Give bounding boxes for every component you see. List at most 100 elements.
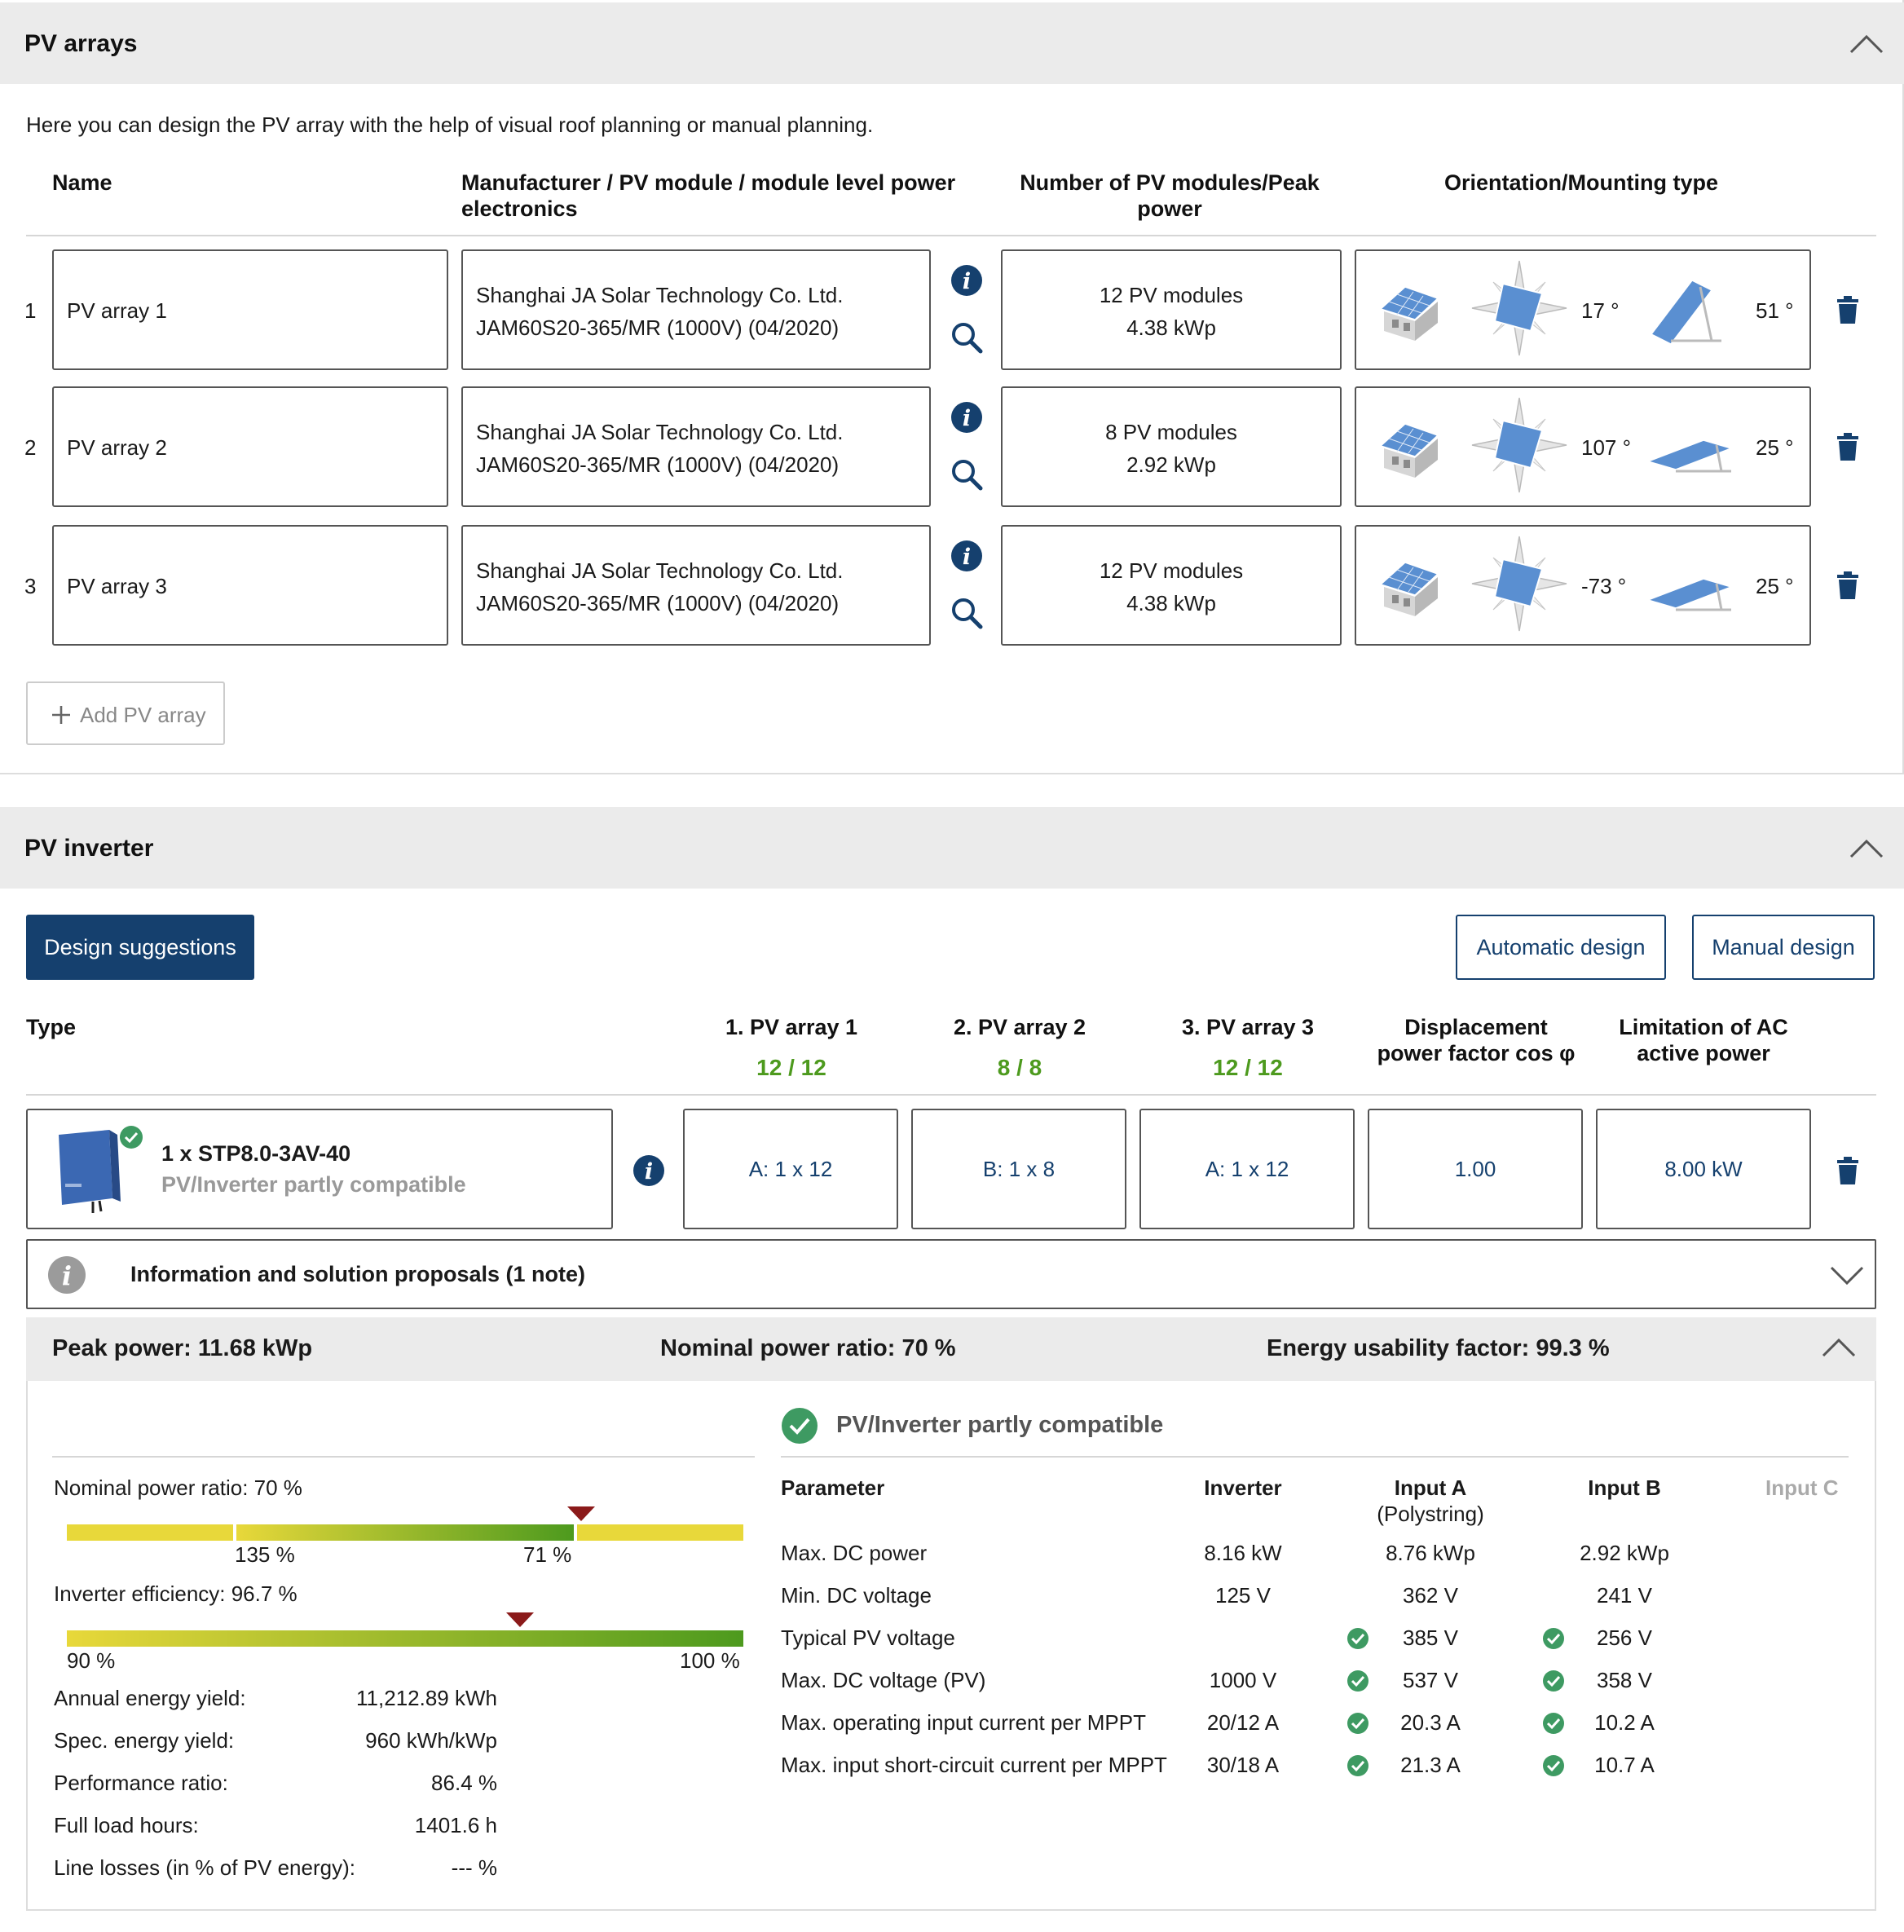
inverter-header: Inverter (1204, 1475, 1282, 1500)
peak-power: 4.38 kWp (1126, 315, 1216, 340)
tilt-value: 25 ° (1756, 435, 1794, 460)
chevron-up-icon[interactable] (1821, 1337, 1857, 1358)
param-inverter: 20/12 A (1206, 1710, 1280, 1735)
module-model: JAM60S20-365/MR (1000V) (04/2020) (476, 452, 840, 477)
pv-array-name: PV array 1 (67, 298, 167, 323)
info-solutions-bar[interactable]: i Information and solution proposals (1 … (26, 1239, 1876, 1309)
manual-design-button[interactable]: Manual design (1692, 915, 1875, 980)
pv-array-name-field[interactable]: PV array 3 (52, 525, 448, 646)
module-text: Shanghai JA Solar Technology Co. Ltd. JA… (476, 554, 844, 620)
stat-value: 1401.6 h (414, 1813, 497, 1837)
efficiency-gauge-bar (67, 1630, 743, 1647)
param-name: Max. input short-circuit current per MPP… (781, 1753, 1167, 1777)
efficiency-gauge-marker (506, 1612, 535, 1627)
orientation-field[interactable]: 107 ° 25 ° (1355, 386, 1811, 507)
automatic-design-button[interactable]: Automatic design (1456, 915, 1666, 980)
input-a-header: Input A (1394, 1475, 1467, 1500)
module-manufacturer: Shanghai JA Solar Technology Co. Ltd. (476, 558, 844, 583)
orientation-field[interactable]: -73 ° 25 ° (1355, 525, 1811, 646)
divider (26, 1094, 1876, 1096)
stat-label: Line losses (in % of PV energy): (54, 1855, 355, 1880)
info-icon[interactable]: i (632, 1154, 665, 1187)
chevron-up-icon[interactable] (1849, 838, 1884, 859)
module-count-field[interactable]: 12 PV modules 4.38 kWp (1001, 525, 1342, 646)
col-limitation-line2: active power (1637, 1041, 1770, 1065)
col-array-2: 2. PV array 2 (953, 1015, 1086, 1039)
flat-mount-icon (1646, 578, 1733, 611)
info-icon[interactable]: i (950, 540, 983, 572)
divider (26, 235, 1876, 236)
module-text: Shanghai JA Solar Technology Co. Ltd. JA… (476, 416, 844, 481)
module-count-field[interactable]: 12 PV modules 4.38 kWp (1001, 249, 1342, 370)
compass-orientation-icon (1471, 260, 1567, 356)
input-a-subheader: (Polystring) (1377, 1502, 1484, 1526)
svg-text:i: i (62, 1260, 72, 1291)
add-pv-array-button[interactable]: Add PV array (26, 681, 225, 745)
array-3-assignment[interactable]: A: 1 x 12 (1139, 1109, 1355, 1229)
orientation-field[interactable]: 17 ° 51 ° (1355, 249, 1811, 370)
param-input-a: 8.76 kWp (1386, 1541, 1475, 1565)
search-icon[interactable] (950, 597, 983, 629)
tilt-value: 25 ° (1756, 574, 1794, 598)
param-name: Typical PV voltage (781, 1625, 955, 1650)
input-b-header: Input B (1588, 1475, 1661, 1500)
summary-header[interactable]: Peak power: 11.68 kWp Nominal power rati… (26, 1317, 1876, 1381)
pv-arrays-title: PV arrays (24, 30, 138, 57)
svg-text:i: i (963, 269, 971, 294)
inverter-type-card[interactable]: 1 x STP8.0-3AV-40 PV/Inverter partly com… (26, 1109, 613, 1229)
param-input-b: 10.2 A (1594, 1710, 1655, 1735)
compat-title: PV/Inverter partly compatible (836, 1412, 1164, 1438)
col-limitation-line1: Limitation of AC (1619, 1015, 1788, 1039)
pv-array-name-field[interactable]: PV array 1 (52, 249, 448, 370)
module-count-text: 8 PV modules 2.92 kWp (1003, 416, 1340, 481)
module-field[interactable]: Shanghai JA Solar Technology Co. Ltd. JA… (461, 249, 931, 370)
info-icon[interactable]: i (950, 401, 983, 434)
param-name: Max. operating input current per MPPT (781, 1710, 1146, 1735)
module-field[interactable]: Shanghai JA Solar Technology Co. Ltd. JA… (461, 525, 931, 646)
nominal-gauge-bar (67, 1524, 743, 1541)
pv-array-name: PV array 3 (67, 574, 167, 598)
house-roof-icon (1379, 562, 1439, 616)
search-icon[interactable] (950, 458, 983, 491)
module-model: JAM60S20-365/MR (1000V) (04/2020) (476, 315, 840, 340)
efficiency-gauge-min: 90 % (67, 1648, 116, 1673)
param-input-b: 256 V (1597, 1625, 1652, 1650)
info-icon[interactable]: i (950, 264, 983, 297)
chevron-up-icon[interactable] (1849, 33, 1884, 55)
cos-phi-value[interactable]: 1.00 (1368, 1109, 1583, 1229)
nominal-gauge-left-value: 135 % (235, 1542, 295, 1567)
inverter-device-icon (59, 1130, 121, 1213)
module-field[interactable]: Shanghai JA Solar Technology Co. Ltd. JA… (461, 386, 931, 507)
col-displacement-line1: Displacement (1404, 1015, 1548, 1039)
trash-icon[interactable] (1836, 295, 1860, 324)
stat-value: 960 kWh/kWp (365, 1728, 497, 1753)
col-type: Type (26, 1015, 77, 1039)
module-manufacturer: Shanghai JA Solar Technology Co. Ltd. (476, 420, 844, 444)
param-input-a: 385 V (1403, 1625, 1458, 1650)
ac-limit-value[interactable]: 8.00 kW (1596, 1109, 1811, 1229)
module-model: JAM60S20-365/MR (1000V) (04/2020) (476, 591, 840, 615)
design-suggestions-button[interactable]: Design suggestions (26, 915, 254, 980)
pv-array-name-field[interactable]: PV array 2 (52, 386, 448, 507)
module-count-field[interactable]: 8 PV modules 2.92 kWp (1001, 386, 1342, 507)
array-1-assignment[interactable]: A: 1 x 12 (683, 1109, 898, 1229)
trash-icon[interactable] (1836, 1156, 1860, 1185)
chevron-down-icon[interactable] (1829, 1265, 1865, 1286)
pv-arrays-header[interactable]: PV arrays (0, 2, 1904, 84)
param-header: Parameter (781, 1475, 885, 1500)
module-count-text: 12 PV modules 4.38 kWp (1003, 554, 1340, 620)
trash-icon[interactable] (1836, 432, 1860, 461)
trash-icon[interactable] (1836, 571, 1860, 600)
col-module: Manufacturer / PV module / module level … (461, 170, 956, 221)
module-count-text: 12 PV modules 4.38 kWp (1003, 279, 1340, 344)
pv-inverter-header[interactable]: PV inverter (0, 807, 1904, 889)
azimuth-value: 17 ° (1581, 298, 1620, 323)
module-count: 8 PV modules (1105, 420, 1237, 444)
check-circle-icon (782, 1408, 818, 1444)
param-inverter: 125 V (1215, 1583, 1271, 1608)
module-count: 12 PV modules (1099, 283, 1244, 307)
efficiency-gauge-max: 100 % (680, 1648, 740, 1673)
array-2-assignment[interactable]: B: 1 x 8 (911, 1109, 1126, 1229)
search-icon[interactable] (950, 321, 983, 354)
add-pv-array-label: Add PV array (80, 703, 206, 727)
